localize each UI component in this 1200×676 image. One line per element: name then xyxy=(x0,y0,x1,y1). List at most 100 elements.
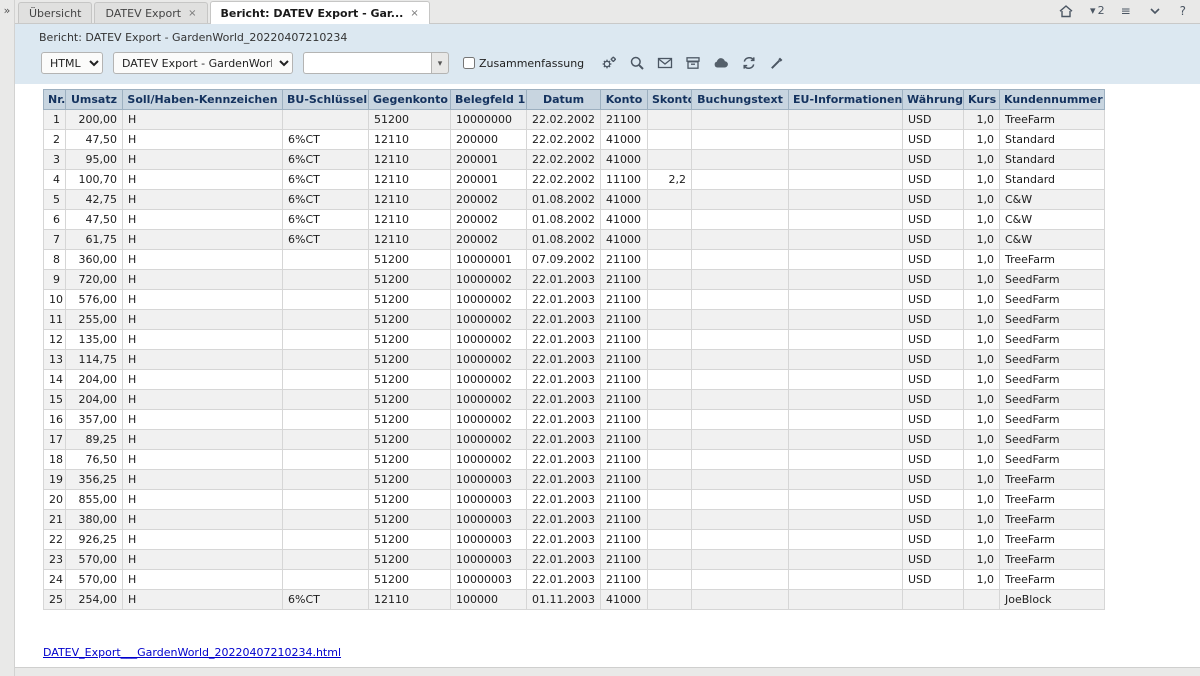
format-select[interactable]: HTML xyxy=(41,52,103,74)
table-row[interactable]: 24570,00H512001000000322.01.200321100USD… xyxy=(44,570,1105,590)
table-row[interactable]: 10576,00H512001000000222.01.200321100USD… xyxy=(44,290,1105,310)
table-cell: USD xyxy=(903,530,964,550)
table-cell: 570,00 xyxy=(66,550,123,570)
table-cell xyxy=(648,530,692,550)
table-cell xyxy=(283,270,369,290)
report-title-bar: Bericht: DATEV Export - GardenWorld_2022… xyxy=(15,24,1200,48)
close-tab-icon[interactable]: × xyxy=(410,8,418,19)
table-cell xyxy=(789,290,903,310)
table-cell xyxy=(283,390,369,410)
table-row[interactable]: 9720,00H512001000000222.01.200321100USD1… xyxy=(44,270,1105,290)
wand-icon[interactable] xyxy=(768,55,785,72)
table-row[interactable]: 16357,00H512001000000222.01.200321100USD… xyxy=(44,410,1105,430)
collapsed-menu-panel[interactable]: » xyxy=(0,0,15,676)
help-icon[interactable]: ? xyxy=(1180,4,1186,18)
table-cell: 6%CT xyxy=(283,150,369,170)
tab-uebersicht[interactable]: Übersicht xyxy=(18,2,92,23)
table-row[interactable]: 12135,00H512001000000222.01.200321100USD… xyxy=(44,330,1105,350)
table-cell: 21 xyxy=(44,510,66,530)
table-cell: 22.01.2003 xyxy=(527,550,601,570)
table-row[interactable]: 761,75H6%CT1211020000201.08.200241000USD… xyxy=(44,230,1105,250)
table-cell: 1,0 xyxy=(964,170,1000,190)
table-row[interactable]: 542,75H6%CT1211020000201.08.200241000USD… xyxy=(44,190,1105,210)
expand-panel-icon[interactable]: » xyxy=(4,4,11,17)
table-row[interactable]: 4100,70H6%CT1211020000122.02.2002111002,… xyxy=(44,170,1105,190)
close-tab-icon[interactable]: × xyxy=(188,8,196,19)
column-header-eu-informationen: EU-Informationen xyxy=(789,90,903,110)
table-cell xyxy=(283,370,369,390)
table-cell: H xyxy=(123,490,283,510)
summary-checkbox[interactable] xyxy=(463,57,475,69)
table-cell: USD xyxy=(903,110,964,130)
table-row[interactable]: 1876,50H512001000000222.01.200321100USD1… xyxy=(44,450,1105,470)
table-cell: 51200 xyxy=(369,490,451,510)
table-cell: 12110 xyxy=(369,210,451,230)
find-combobox-input[interactable] xyxy=(303,52,431,74)
table-row[interactable]: 20855,00H512001000000322.01.200321100USD… xyxy=(44,490,1105,510)
table-row[interactable]: 647,50H6%CT1211020000201.08.200241000USD… xyxy=(44,210,1105,230)
table-cell: 356,25 xyxy=(66,470,123,490)
tab-datev-export[interactable]: DATEV Export × xyxy=(94,2,207,23)
table-cell: H xyxy=(123,570,283,590)
table-cell: TreeFarm xyxy=(1000,490,1105,510)
table-cell: 12110 xyxy=(369,190,451,210)
table-cell: 22.01.2003 xyxy=(527,330,601,350)
table-cell: 21100 xyxy=(601,330,648,350)
table-cell: 22.01.2003 xyxy=(527,430,601,450)
menu-icon[interactable]: ≡ xyxy=(1121,4,1131,18)
table-row[interactable]: 13114,75H512001000000222.01.200321100USD… xyxy=(44,350,1105,370)
table-cell xyxy=(789,230,903,250)
table-cell: SeedFarm xyxy=(1000,350,1105,370)
report-select[interactable]: DATEV Export - GardenWorld xyxy=(113,52,293,74)
column-header-bu-schl-ssel: BU-Schlüssel xyxy=(283,90,369,110)
table-row[interactable]: 1200,00H512001000000022.02.200221100USD1… xyxy=(44,110,1105,130)
table-row[interactable]: 25254,00H6%CT1211010000001.11.200341000J… xyxy=(44,590,1105,610)
table-cell: 51200 xyxy=(369,510,451,530)
table-row[interactable]: 11255,00H512001000000222.01.200321100USD… xyxy=(44,310,1105,330)
table-cell: 51200 xyxy=(369,390,451,410)
open-windows-dropdown[interactable]: ▾2 xyxy=(1090,4,1105,17)
table-cell xyxy=(789,470,903,490)
table-row[interactable]: 19356,25H512001000000322.01.200321100USD… xyxy=(44,470,1105,490)
table-cell: H xyxy=(123,410,283,430)
table-row[interactable]: 14204,00H512001000000222.01.200321100USD… xyxy=(44,370,1105,390)
table-cell: 21100 xyxy=(601,430,648,450)
chevron-down-icon[interactable] xyxy=(1147,2,1164,19)
table-row[interactable]: 1789,25H512001000000222.01.200321100USD1… xyxy=(44,430,1105,450)
settings-gears-icon[interactable] xyxy=(600,55,617,72)
table-row[interactable]: 22926,25H512001000000322.01.200321100USD… xyxy=(44,530,1105,550)
table-cell xyxy=(283,490,369,510)
zoom-icon[interactable] xyxy=(628,55,645,72)
table-cell: 51200 xyxy=(369,270,451,290)
table-cell xyxy=(648,210,692,230)
table-row[interactable]: 247,50H6%CT1211020000022.02.200241000USD… xyxy=(44,130,1105,150)
tab-bericht-datev-export[interactable]: Bericht: DATEV Export - Gar... × xyxy=(210,1,430,24)
table-cell: 1,0 xyxy=(964,390,1000,410)
table-cell xyxy=(692,390,789,410)
table-cell: 12110 xyxy=(369,230,451,250)
table-row[interactable]: 23570,00H512001000000322.01.200321100USD… xyxy=(44,550,1105,570)
report-file-link[interactable]: DATEV_Export___GardenWorld_2022040721023… xyxy=(43,646,341,659)
summary-checkbox-field[interactable]: Zusammenfassung xyxy=(463,57,584,70)
table-cell: USD xyxy=(903,330,964,350)
table-cell: 18 xyxy=(44,450,66,470)
table-cell: 13 xyxy=(44,350,66,370)
column-header-nr: Nr. xyxy=(44,90,66,110)
table-row[interactable]: 15204,00H512001000000222.01.200321100USD… xyxy=(44,390,1105,410)
table-cell: 855,00 xyxy=(66,490,123,510)
table-cell: TreeFarm xyxy=(1000,250,1105,270)
combo-dropdown-button[interactable]: ▾ xyxy=(431,52,449,74)
table-cell: C&W xyxy=(1000,230,1105,250)
table-row[interactable]: 21380,00H512001000000322.01.200321100USD… xyxy=(44,510,1105,530)
home-icon[interactable] xyxy=(1057,2,1074,19)
table-cell: 10000002 xyxy=(451,370,527,390)
table-cell: 41000 xyxy=(601,210,648,230)
table-row[interactable]: 8360,00H512001000000107.09.200221100USD1… xyxy=(44,250,1105,270)
table-cell xyxy=(648,310,692,330)
archive-icon[interactable] xyxy=(684,55,701,72)
table-row[interactable]: 395,00H6%CT1211020000122.02.200241000USD… xyxy=(44,150,1105,170)
cloud-export-icon[interactable] xyxy=(712,55,729,72)
refresh-icon[interactable] xyxy=(740,55,757,72)
mail-icon[interactable] xyxy=(656,55,673,72)
table-cell xyxy=(789,490,903,510)
